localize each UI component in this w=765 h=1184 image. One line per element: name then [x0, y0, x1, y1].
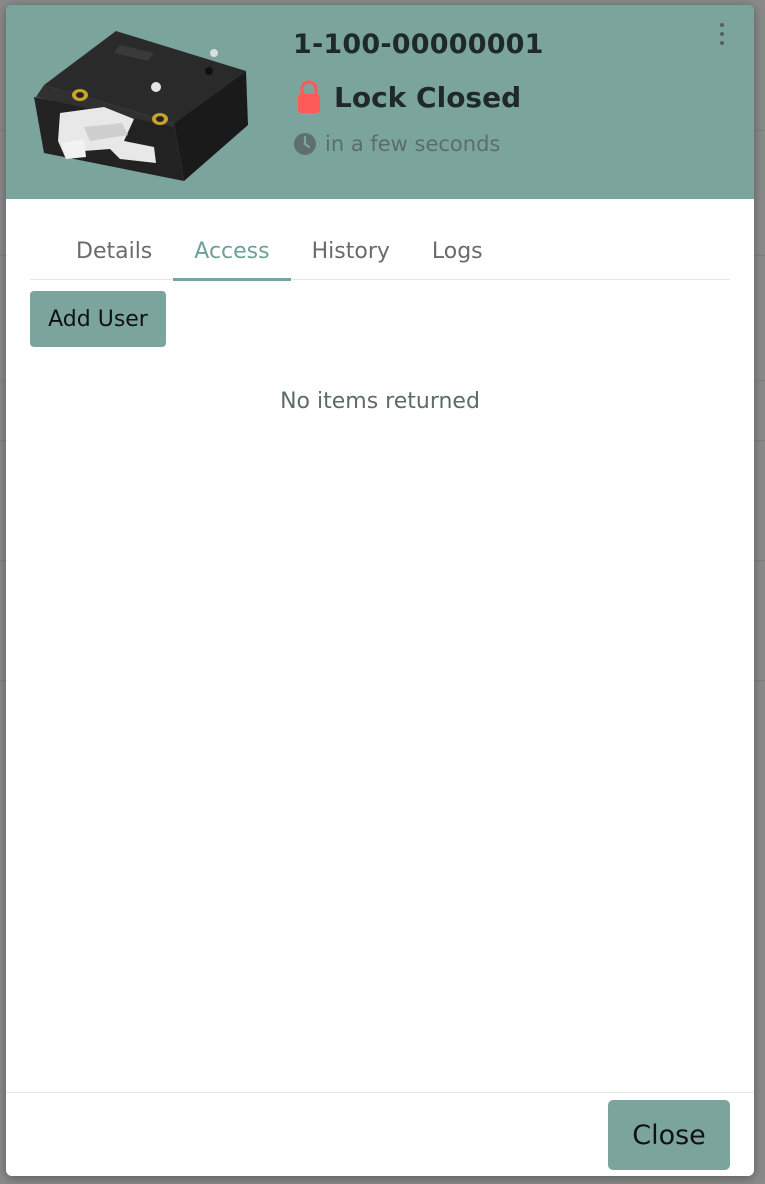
modal-header: 1-100-00000001 Lock Closed in a few seco… — [6, 5, 754, 199]
more-vertical-icon[interactable] — [714, 21, 730, 47]
modal-footer: Close — [6, 1092, 754, 1176]
padlock-closed-icon — [298, 80, 320, 113]
device-id: 1-100-00000001 — [293, 29, 544, 60]
tab-bar: Details Access History Logs — [30, 233, 730, 281]
clock-icon — [294, 133, 316, 155]
lock-status: Lock Closed — [296, 79, 521, 115]
lock-status-label: Lock Closed — [334, 80, 522, 114]
last-update-text: in a few seconds — [325, 132, 501, 156]
lock-device-image — [34, 31, 248, 181]
tab-logs[interactable]: Logs — [411, 233, 504, 280]
tab-details[interactable]: Details — [30, 233, 173, 280]
close-button[interactable]: Close — [608, 1100, 730, 1170]
add-user-button[interactable]: Add User — [30, 291, 166, 347]
tab-history[interactable]: History — [291, 233, 411, 280]
empty-list-message: No items returned — [280, 389, 480, 414]
tab-access[interactable]: Access — [173, 233, 291, 281]
last-update: in a few seconds — [293, 131, 500, 157]
device-modal: 1-100-00000001 Lock Closed in a few seco… — [6, 5, 754, 1176]
